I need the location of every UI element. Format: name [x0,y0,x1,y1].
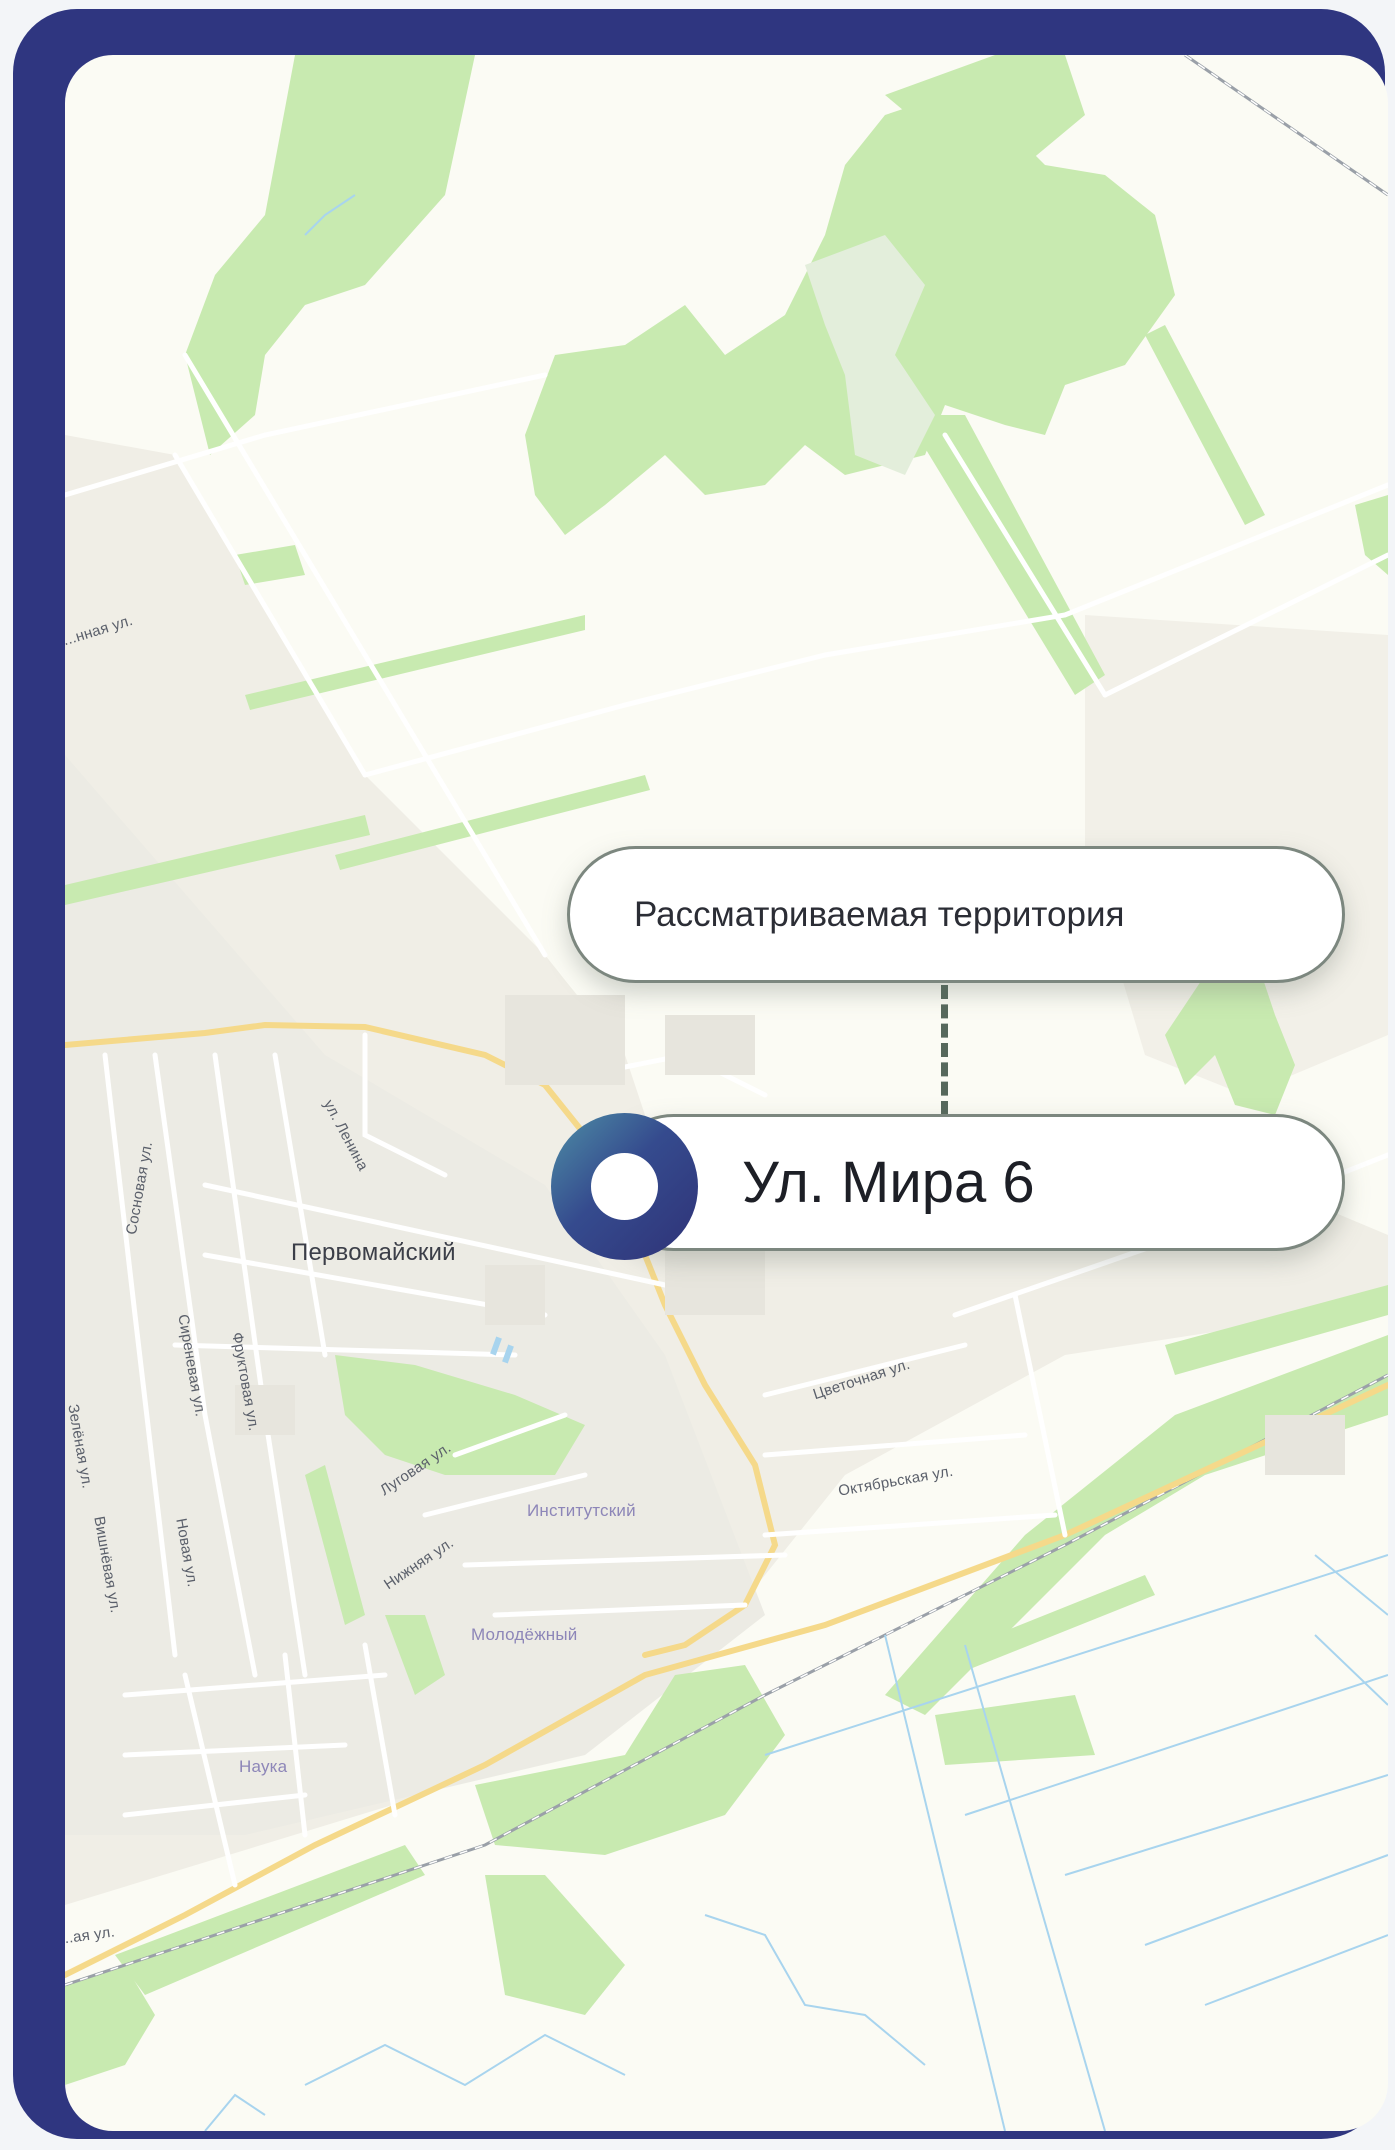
pin-center-dot [591,1153,658,1220]
district-label-institutsky: Институтский [527,1501,636,1520]
district-label-molodezhny: Молодёжный [471,1625,578,1644]
map-canvas[interactable]: ...нная ул. ул. Ленина Сосновая ул. Сире… [65,55,1388,2131]
address-callout[interactable]: Ул. Мира 6 [605,1114,1345,1251]
district-label-nauka: Наука [239,1757,288,1776]
town-label-pervomaysky: Первомайский [291,1239,456,1266]
area-callout-label: Рассматриваемая территория [634,894,1125,934]
location-pin-icon[interactable] [551,1113,698,1260]
map-frame: ...нная ул. ул. Ленина Сосновая ул. Сире… [13,9,1388,2139]
callout-connector [941,985,948,1115]
address-label: Ул. Мира 6 [742,1150,1035,1215]
area-callout: Рассматриваемая территория [567,846,1345,983]
map-tiles [65,55,1388,2131]
